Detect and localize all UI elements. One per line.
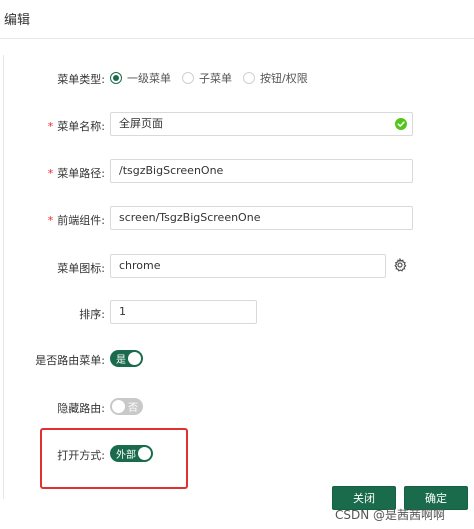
- is-route-switch[interactable]: 是: [110, 350, 143, 367]
- dialog-title: 编辑: [4, 13, 31, 28]
- radio-dot: [182, 72, 194, 84]
- open-mode-label: 打开方式:: [57, 449, 105, 462]
- switch-knob: [138, 447, 151, 460]
- frontend-component-label: * 前端组件:: [48, 212, 105, 228]
- radio-dot: [243, 72, 255, 84]
- header-divider: [0, 38, 474, 39]
- required-mark: *: [47, 167, 54, 180]
- switch-knob: [128, 352, 141, 365]
- menu-path-label-text: 菜单路径:: [57, 167, 105, 180]
- open-mode-switch[interactable]: 外部: [110, 445, 153, 462]
- menu-icon-input[interactable]: chrome: [110, 254, 386, 278]
- required-mark: *: [47, 120, 54, 133]
- menu-name-input[interactable]: 全屏页面: [110, 112, 413, 136]
- frontend-component-label-text: 前端组件:: [57, 214, 105, 227]
- form-left-border: [3, 55, 4, 499]
- switch-text: 否: [128, 403, 138, 414]
- hide-route-switch[interactable]: 否: [110, 398, 143, 415]
- switch-text: 是: [116, 355, 126, 366]
- menu-name-label-text: 菜单名称:: [57, 120, 105, 133]
- radio-label: 一级菜单: [127, 72, 171, 85]
- menu-type-label: 菜单类型:: [57, 73, 105, 86]
- radio-label: 按钮/权限: [260, 72, 308, 85]
- menu-path-input[interactable]: /tsgzBigScreenOne: [110, 159, 413, 183]
- radio-dot: [110, 72, 122, 84]
- csdn-watermark: CSDN @是茜茜啊啊: [335, 508, 446, 522]
- radio-button-permission[interactable]: 按钮/权限: [243, 70, 308, 86]
- frontend-component-input[interactable]: screen/TsgzBigScreenOne: [110, 206, 413, 230]
- menu-icon-label: 菜单图标:: [57, 262, 105, 275]
- sort-label: 排序:: [79, 308, 105, 321]
- menu-name-label: * 菜单名称:: [48, 118, 105, 134]
- switch-knob: [112, 400, 125, 413]
- gear-icon[interactable]: [393, 257, 407, 272]
- radio-first-level-menu[interactable]: 一级菜单: [110, 70, 171, 86]
- required-mark: *: [47, 214, 54, 227]
- edit-dialog: 编辑 菜单类型: 一级菜单 子菜单 按钮/权限 * 菜单名称: 全屏页面 * 菜单路…: [0, 0, 474, 529]
- radio-submenu[interactable]: 子菜单: [182, 70, 232, 86]
- is-route-label: 是否路由菜单:: [35, 354, 105, 367]
- menu-type-radio-group: 一级菜单 子菜单 按钮/权限: [110, 70, 319, 86]
- radio-label: 子菜单: [199, 72, 232, 85]
- switch-text: 外部: [116, 450, 136, 461]
- check-circle-icon: [395, 118, 407, 130]
- hide-route-label: 隐藏路由:: [57, 402, 105, 415]
- menu-path-label: * 菜单路径:: [48, 165, 105, 181]
- sort-input[interactable]: 1: [110, 300, 257, 324]
